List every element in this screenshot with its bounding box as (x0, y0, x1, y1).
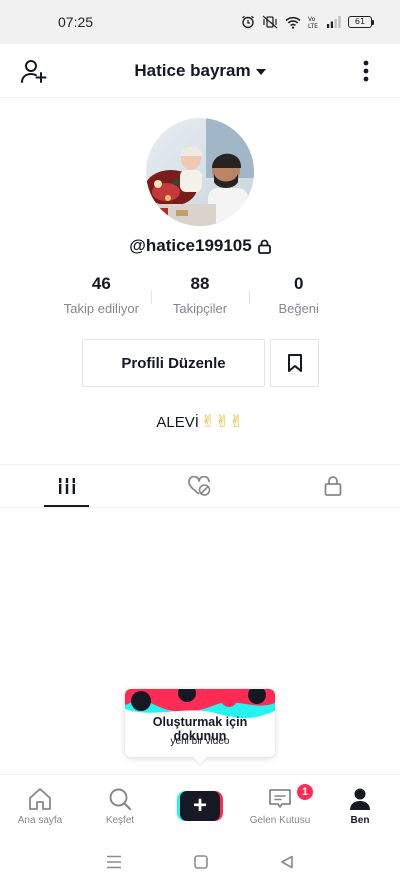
status-bar: 07:25 Vo LTE 61 (0, 0, 400, 44)
username: @hatice199105 (129, 236, 252, 255)
alarm-icon (242, 15, 254, 29)
create-tooltip[interactable]: Oluşturmak için dokunun yeni bir video (125, 689, 275, 764)
stat-likes[interactable]: 0 Beğeni (249, 274, 348, 316)
tab-liked[interactable] (133, 465, 266, 507)
wifi-icon (285, 16, 301, 29)
avatar[interactable] (146, 118, 254, 226)
videos-grid-icon (58, 478, 75, 494)
stat-label: Takipçiler (172, 301, 228, 316)
volte-icon: VoLTE (308, 16, 318, 29)
nav-me[interactable]: Ben (320, 775, 400, 836)
nav-label: Gelen Kutusu (249, 815, 311, 826)
nav-discover[interactable]: Keşfet (80, 775, 160, 836)
tab-videos[interactable] (0, 465, 133, 507)
signal-icon (327, 16, 341, 28)
lock-icon (257, 239, 271, 254)
bio-text: ALEVİ (156, 413, 199, 431)
battery-icon: 61 (348, 16, 374, 28)
nav-label: Ana sayfa (17, 815, 63, 826)
add-user-icon (21, 59, 47, 83)
svg-text:LTE: LTE (308, 23, 318, 29)
stat-label: Beğeni (278, 301, 319, 316)
username-row: @hatice199105 (0, 236, 400, 256)
stat-following[interactable]: 46 Takip ediliyor (52, 274, 151, 316)
svg-text:Vo: Vo (308, 16, 316, 23)
profile-actions: Profili Düzenle (82, 339, 319, 387)
tab-private[interactable] (267, 465, 400, 507)
lock-icon (324, 476, 342, 496)
nav-inbox[interactable]: 1 Gelen Kutusu (240, 775, 320, 836)
page-title: Hatice bayram (134, 60, 251, 80)
bio-emoji: ✌✌✌ (200, 412, 244, 432)
more-vertical-icon (363, 60, 369, 81)
avatar-photo (146, 118, 254, 226)
system-nav-bar (0, 836, 400, 888)
home-icon (29, 788, 51, 810)
favorites-button[interactable] (270, 339, 319, 387)
tooltip-subtitle: yeni bir video (170, 736, 230, 747)
add-user-button[interactable] (18, 55, 50, 87)
nav-label: Keşfet (105, 815, 135, 826)
stat-value: 46 (91, 274, 111, 293)
profile-header: Hatice bayram (0, 44, 400, 98)
nav-home[interactable]: Ana sayfa (0, 775, 80, 836)
create-plus-icon: + (177, 791, 223, 821)
edit-profile-button[interactable]: Profili Düzenle (82, 339, 265, 387)
stat-label: Takip ediliyor (63, 301, 139, 316)
back-icon[interactable] (280, 855, 294, 869)
chevron-down-icon (255, 68, 266, 75)
stat-followers[interactable]: 88 Takipçiler (150, 274, 250, 316)
bottom-nav: Ana sayfa Keşfet + 1 Gelen Kutusu Ben (0, 774, 400, 836)
stat-value: 88 (190, 274, 210, 293)
liked-hidden-icon (188, 476, 211, 496)
profile-stats: 46 Takip ediliyor 88 Takipçiler 0 Beğeni (52, 274, 348, 316)
stat-value: 0 (293, 274, 304, 293)
profile-tabs (0, 464, 400, 508)
nav-label: Ben (350, 815, 370, 826)
search-icon (109, 788, 132, 811)
tooltip-arrow (193, 757, 207, 764)
notification-badge: 1 (296, 783, 315, 801)
more-options-button[interactable] (350, 55, 382, 87)
vibrate-icon (262, 15, 278, 29)
nav-create[interactable]: + (160, 775, 240, 836)
account-switcher[interactable]: Hatice bayram (134, 60, 266, 81)
inbox-icon (269, 789, 291, 808)
menu-icon[interactable] (106, 855, 122, 869)
home-square-icon[interactable] (194, 855, 208, 869)
bookmark-icon (287, 354, 302, 372)
status-time: 07:25 (58, 14, 94, 30)
status-icons: Vo LTE 61 (241, 15, 374, 29)
bio: ALEVİ ✌✌✌ (0, 412, 400, 432)
profile-icon (350, 788, 370, 810)
